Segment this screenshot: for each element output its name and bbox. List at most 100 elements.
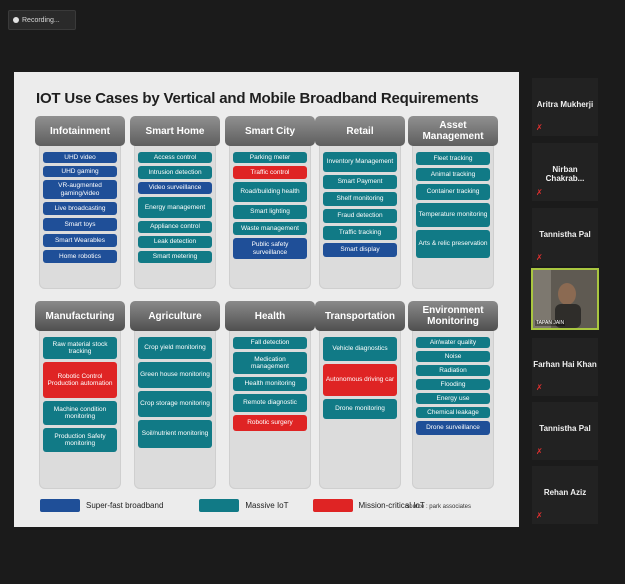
column-heading: Infotainment xyxy=(35,116,125,146)
legend: Super-fast broadband Massive IoT Mission… xyxy=(40,499,425,512)
mic-muted-icon: ✗ xyxy=(536,447,543,456)
use-case-item: Home robotics xyxy=(43,250,117,263)
vertical-column: Health Fall detection Medication managemen… xyxy=(225,301,315,489)
use-case-item: Smart toys xyxy=(43,218,117,231)
source-note: Source : park associates xyxy=(405,504,471,510)
use-case-item: Access control xyxy=(138,152,212,163)
active-speaker-video[interactable]: TAPAN JAIN xyxy=(531,268,599,330)
use-case-item: Energy use xyxy=(416,393,490,404)
shared-slide: IOT Use Cases by Vertical and Mobile Bro… xyxy=(14,72,519,527)
use-case-list: Raw material stock tracking Robotic Contr… xyxy=(43,337,117,452)
column-heading: Agriculture xyxy=(130,301,220,331)
legend-swatch-massive-iot xyxy=(199,499,240,512)
participant-tile[interactable]: Tannistha Pal ✗ xyxy=(532,208,598,266)
column-heading: Manufacturing xyxy=(35,301,125,331)
participant-name: Farhan Hai Khan xyxy=(533,360,597,369)
mic-muted-icon: ✗ xyxy=(536,511,543,520)
use-case-item: Shelf monitoring xyxy=(323,192,397,206)
participant-name: Nirban Chakrab... xyxy=(545,165,585,183)
use-case-item: Autonomous driving car xyxy=(323,364,397,396)
use-case-item: Smart Payment xyxy=(323,175,397,189)
vertical-column: Asset Management Fleet tracking Animal tra… xyxy=(408,116,498,289)
vertical-column: Transportation Vehicle diagnostics Autonom… xyxy=(315,301,405,489)
use-case-item: Fraud detection xyxy=(323,209,397,223)
slide-title: IOT Use Cases by Vertical and Mobile Bro… xyxy=(36,90,479,107)
use-case-item: Radiation xyxy=(416,365,490,376)
use-case-item: Road/building health xyxy=(233,182,307,202)
use-case-item: Smart metering xyxy=(138,251,212,263)
use-case-item: Temperature monitoring xyxy=(416,203,490,227)
use-case-item: Vehicle diagnostics xyxy=(323,337,397,361)
legend-label: Massive IoT xyxy=(245,501,289,510)
use-case-item: Soil/nutrient monitoring xyxy=(138,420,212,448)
use-case-item: Fall detection xyxy=(233,337,307,349)
use-case-item: Parking meter xyxy=(233,152,307,163)
participant-tile[interactable]: Nirban Chakrab... ✗ xyxy=(532,143,598,201)
mic-muted-icon: ✗ xyxy=(536,188,543,197)
use-case-item: UHD video xyxy=(43,152,117,163)
video-participant-name: TAPAN JAIN xyxy=(535,320,566,326)
use-case-item: Inventory Management xyxy=(323,152,397,172)
use-case-item: Production Safety monitoring xyxy=(43,428,117,452)
use-case-item: VR-augmented gaming/video xyxy=(43,180,117,199)
column-heading: Health xyxy=(225,301,315,331)
use-case-list: Crop yield monitoring Green house monitor… xyxy=(138,337,212,448)
recording-label: Recording... xyxy=(22,16,60,24)
use-case-item: Machine condition monitoring xyxy=(43,401,117,425)
use-case-item: Crop yield monitoring xyxy=(138,337,212,359)
participant-tile[interactable]: Aritra Mukherji ✗ xyxy=(532,78,598,136)
mic-muted-icon: ✗ xyxy=(536,383,543,392)
column-heading: Asset Management xyxy=(408,116,498,146)
use-case-item: Raw material stock tracking xyxy=(43,337,117,359)
column-heading: Transportation xyxy=(315,301,405,331)
use-case-item: Traffic control xyxy=(233,166,307,179)
participant-name: Aritra Mukherji xyxy=(536,100,594,109)
recording-indicator[interactable]: Recording... xyxy=(8,10,76,30)
participant-name: Tannistha Pal xyxy=(539,230,591,239)
mic-muted-icon: ✗ xyxy=(536,123,543,132)
mic-muted-icon: ✗ xyxy=(536,253,543,262)
use-case-item: Robotic surgery xyxy=(233,415,307,431)
vertical-column: Retail Inventory Management Smart Payment S… xyxy=(315,116,405,289)
use-case-item: Waste management xyxy=(233,222,307,235)
participant-tile[interactable]: Tannistha Pal ✗ xyxy=(532,402,598,460)
use-case-item: Noise xyxy=(416,351,490,362)
legend-swatch-broadband xyxy=(40,499,80,512)
use-case-item: Leak detection xyxy=(138,236,212,248)
vertical-column: Manufacturing Raw material stock tracking… xyxy=(35,301,125,489)
bottom-strip xyxy=(0,528,625,584)
use-case-item: Video surveillance xyxy=(138,182,212,194)
use-case-item: Arts & relic preservation xyxy=(416,230,490,258)
use-case-list: UHD video UHD gaming VR-augmented gaming/v… xyxy=(43,152,117,263)
use-case-list: Fall detection Medication management Healt… xyxy=(233,337,307,431)
vertical-column: Smart City Parking meter Traffic control Ro… xyxy=(225,116,315,289)
column-heading: Environment Monitoring xyxy=(408,301,498,331)
use-case-item: Animal tracking xyxy=(416,168,490,181)
use-case-item: Medication management xyxy=(233,352,307,374)
use-case-list: Inventory Management Smart Payment Shelf m… xyxy=(323,152,397,257)
vertical-column: Infotainment UHD video UHD gaming VR-augmen… xyxy=(35,116,125,289)
use-case-item: Live broadcasting xyxy=(43,202,117,215)
use-case-list: Air/water quality Noise Radiation Flooding E… xyxy=(416,337,490,435)
participant-tile[interactable]: Farhan Hai Khan ✗ xyxy=(532,338,598,396)
column-heading: Smart Home xyxy=(130,116,220,146)
use-case-item: Smart Wearables xyxy=(43,234,117,247)
legend-label: Super-fast broadband xyxy=(86,501,164,510)
use-case-item: Traffic tracking xyxy=(323,226,397,240)
participant-name: Rehan Aziz xyxy=(543,488,587,497)
use-case-item: UHD gaming xyxy=(43,166,117,177)
vertical-column: Environment Monitoring Air/water quality N… xyxy=(408,301,498,489)
use-case-item: Remote diagnostic xyxy=(233,394,307,412)
use-case-item: Intrusion detection xyxy=(138,166,212,179)
use-case-item: Air/water quality xyxy=(416,337,490,348)
vertical-column: Smart Home Access control Intrusion detect… xyxy=(130,116,220,289)
use-case-list: Fleet tracking Animal tracking Container t… xyxy=(416,152,490,258)
use-case-item: Drone monitoring xyxy=(323,399,397,419)
vertical-column: Agriculture Crop yield monitoring Green ho… xyxy=(130,301,220,489)
use-case-item: Drone surveillance xyxy=(416,421,490,435)
participant-tile[interactable]: Rehan Aziz ✗ xyxy=(532,466,598,524)
use-case-item: Public safety surveillance xyxy=(233,238,307,259)
column-heading: Retail xyxy=(315,116,405,146)
use-case-list: Parking meter Traffic control Road/buildin… xyxy=(233,152,307,259)
record-icon xyxy=(13,17,19,23)
